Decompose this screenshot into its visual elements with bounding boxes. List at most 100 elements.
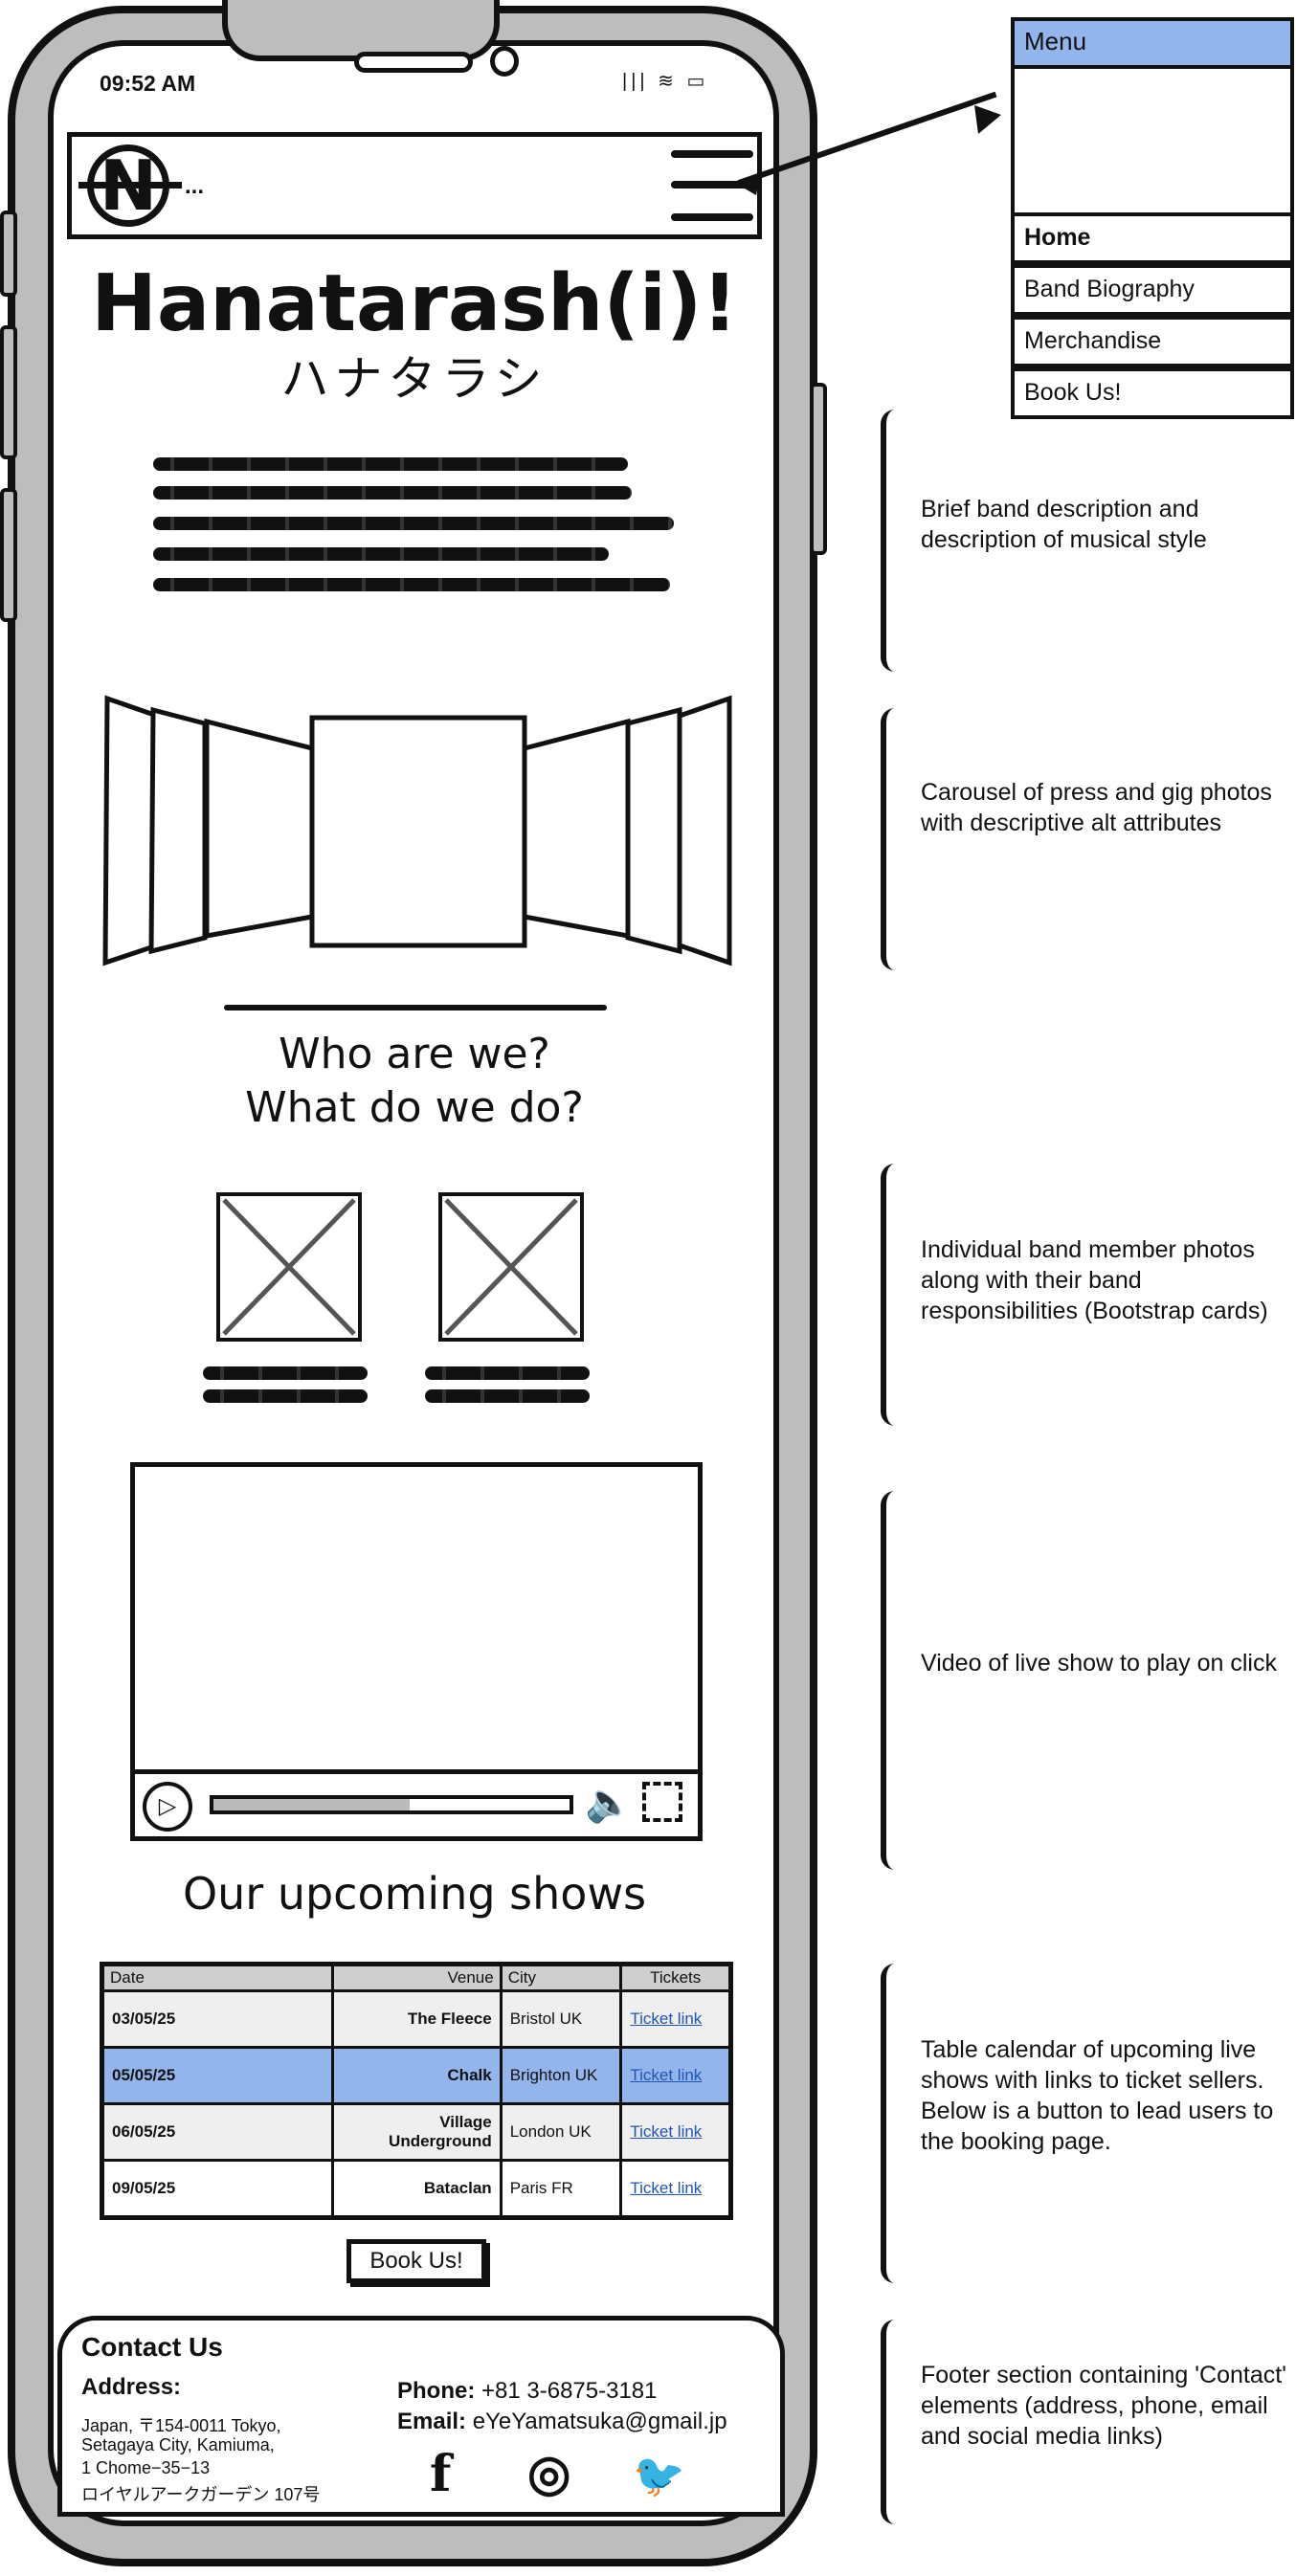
column-header-venue: Venue [331,1963,503,1992]
menu-header: Menu [1011,17,1294,69]
address-line: Setagaya City, Kamiuma, [81,2435,275,2454]
volume-icon[interactable]: 🔈 [585,1780,633,1825]
annotation-brace [881,708,909,970]
menu-item-home[interactable]: Home [1011,212,1294,264]
band-logo[interactable]: N [78,144,182,227]
show-venue: Village Underground [331,2102,503,2162]
show-venue: Chalk [331,2046,503,2105]
member-role-placeholder [203,1389,368,1403]
navbar: N ... [67,132,762,239]
table-row: 03/05/25 The Fleece Bristol UK Ticket li… [100,1989,732,2049]
carousel-slide[interactable] [204,718,315,939]
dropdown-menu-mockup: Menu Home Band Biography Merchandise Boo… [1011,17,1294,419]
annotation-brace [881,1164,909,1426]
menu-item-merchandise[interactable]: Merchandise [1011,316,1294,367]
twitter-icon[interactable]: 🐦 [633,2451,685,2500]
email-value[interactable]: eYeYamatsuka@gmail.jp [473,2409,727,2434]
image-placeholder-icon [444,1198,578,1336]
phone-side-button [0,488,17,622]
carousel-slide-active[interactable] [309,715,527,948]
phone-side-button [0,325,17,459]
member-role-placeholder [425,1366,590,1380]
carousel-slide[interactable] [522,718,631,940]
show-venue: Bataclan [331,2159,503,2219]
video-progress-bar[interactable] [210,1795,573,1814]
annotation-carousel: Carousel of press and gig photos with de… [921,779,1272,836]
fullscreen-icon[interactable] [642,1782,682,1822]
show-date: 05/05/25 [100,2046,335,2105]
description-text-placeholder [153,457,628,471]
table-row-highlighted: 05/05/25 Chalk Brighton UK Ticket link [100,2046,732,2105]
member-photo-placeholder [438,1192,584,1342]
member-role-placeholder [203,1366,368,1380]
about-heading-line1: Who are we? [279,1030,550,1078]
address-line: ロイヤルアークガーデン 107号 [81,2485,321,2504]
menu-item-book-us[interactable]: Book Us! [1011,367,1294,419]
carousel-slide[interactable] [625,706,682,955]
annotation-table: Table calendar of upcoming live shows wi… [921,2036,1274,2155]
shows-heading: Our upcoming shows [182,1868,647,1920]
status-time: 09:52 AM [100,71,196,96]
description-text-placeholder [153,486,632,500]
table-row: 06/05/25 Village Underground London UK T… [100,2102,732,2162]
logo-letter: N [99,145,158,226]
play-icon[interactable]: ▷ [143,1782,192,1832]
email-label: Email: [397,2409,467,2434]
table-row: 09/05/25 Bataclan Paris FR Ticket link [100,2159,732,2219]
ticket-link[interactable]: Ticket link [630,2010,702,2028]
annotation-brace [881,1491,909,1870]
front-camera [490,46,519,77]
description-text-placeholder [153,517,674,530]
photo-carousel[interactable] [100,695,735,966]
show-city: London UK [499,2102,623,2162]
ticket-link[interactable]: Ticket link [630,2122,702,2141]
member-role-placeholder [425,1389,590,1403]
page-subtitle: ハナタラシ [280,351,548,407]
arrow-heads [733,105,1001,195]
annotation-brace [881,410,909,672]
annotation-brace [881,2320,909,2524]
video-player[interactable]: ▷ 🔈 [130,1462,703,1841]
annotation-description: Brief band description and description o… [921,496,1207,553]
column-header-city: City [499,1963,623,1992]
annotation-footer: Footer section containing 'Contact' elem… [921,2362,1286,2450]
about-heading-line2: What do we do? [245,1083,584,1132]
member-photo-placeholder [216,1192,362,1342]
ticket-link[interactable]: Ticket link [630,2066,702,2084]
carousel-slides [102,695,732,966]
shows-table: Date Venue City Tickets 03/05/25 The Fle… [100,1962,733,2220]
menu-item-band-biography[interactable]: Band Biography [1011,264,1294,316]
column-header-tickets: Tickets [619,1963,732,1992]
phone-label: Phone: [397,2378,476,2404]
menu-blank-area [1011,65,1294,233]
carousel-slide[interactable] [677,695,732,966]
video-controls: ▷ 🔈 [135,1769,698,1836]
video-progress-fill [213,1799,410,1810]
instagram-icon[interactable]: ◎ [527,2445,570,2502]
carousel-slide[interactable] [148,706,208,955]
phone-value[interactable]: +81 3-6875-3181 [481,2378,658,2404]
brand-text: ... [185,173,205,199]
phone-side-button [810,383,827,555]
ticket-link[interactable]: Ticket link [630,2179,702,2197]
footer-title: Contact Us [81,2332,223,2362]
table-header-row: Date Venue City Tickets [100,1963,732,1992]
book-us-button[interactable]: Book Us! [346,2239,486,2283]
address-line: 1 Chome−35−13 [81,2458,211,2477]
show-venue: The Fleece [331,1989,503,2049]
annotation-brace [881,1964,909,2283]
show-date: 09/05/25 [100,2159,335,2219]
phone-side-button [0,211,17,297]
facebook-icon[interactable]: f [430,2445,451,2503]
show-city: Paris FR [499,2159,623,2219]
description-text-placeholder [153,578,670,591]
description-text-placeholder [153,547,609,561]
email-line: Email: eYeYamatsuka@gmail.jp [397,2409,727,2435]
column-header-date: Date [100,1963,335,1992]
address-label: Address: [81,2374,182,2400]
annotation-video: Video of live show to play on click [921,1650,1277,1677]
hamburger-bar [671,213,753,221]
show-city: Brighton UK [499,2046,623,2105]
section-divider [224,1005,607,1010]
speaker-grille [354,52,473,73]
